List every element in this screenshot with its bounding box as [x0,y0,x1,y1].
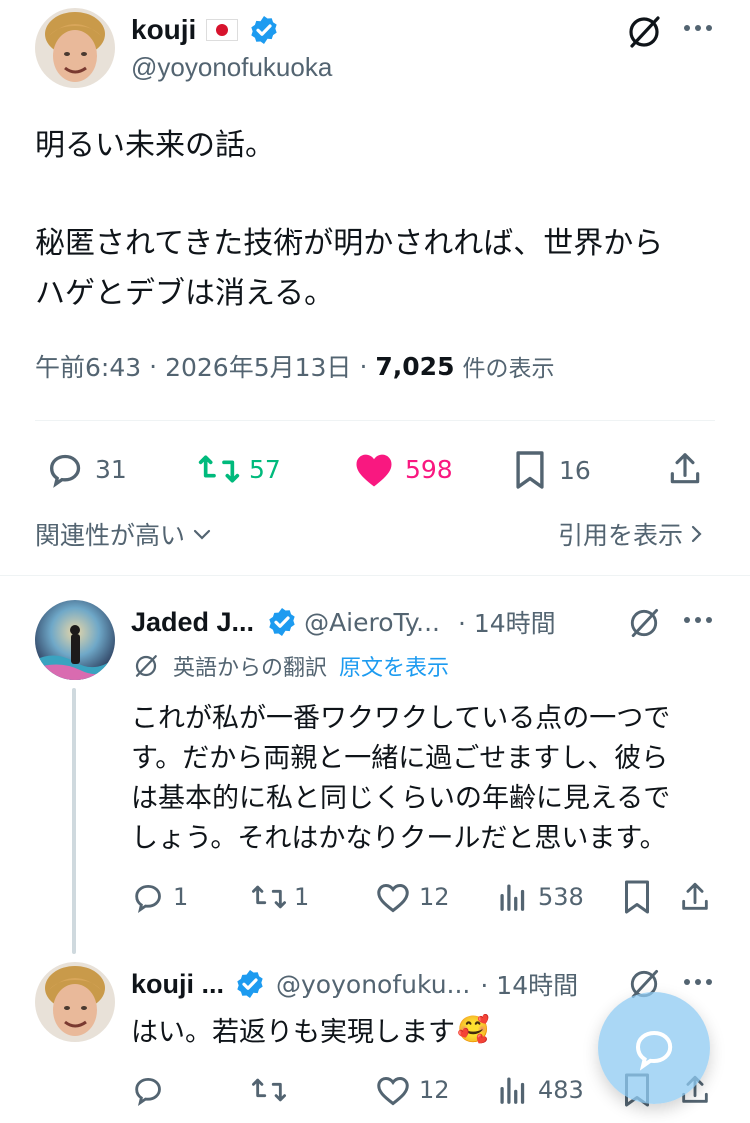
reply-button[interactable]: 1 [131,880,188,914]
more-icon[interactable] [682,614,714,626]
reply-icon[interactable] [131,1073,165,1107]
reply2-handle[interactable]: @yoyonofuku... [276,970,470,999]
separator: · [149,351,158,381]
retweet-icon [197,449,241,489]
tweet-text-line2: 秘匿されてきた技術が明かされれば、世界から [35,226,664,261]
views-count: 483 [538,1076,584,1104]
share-icon[interactable] [678,879,712,915]
thread-line [72,688,76,954]
heart-icon [375,880,411,914]
verified-badge-icon[interactable] [248,14,280,46]
share-icon[interactable] [666,449,704,489]
divider [35,420,715,421]
chevron-right-icon [687,523,705,545]
tweet-text-line3: ハゲとデブは消える。 [35,276,335,311]
tweet-time[interactable]: 午前6:43 [35,348,141,384]
reply1-text-line4: しょう。それはかなりクールだと思います。 [131,823,667,854]
like-count: 12 [419,883,450,911]
views-button[interactable]: 538 [498,880,584,914]
reply1-text-line3: は基本的に私と同じくらいの年齢に見えるで [131,783,671,814]
retweet-button[interactable]: 57 [197,449,281,489]
views-count: 7,025 [375,351,455,381]
reply-count: 1 [173,883,189,911]
views-icon [498,1073,528,1107]
bookmark-icon[interactable] [622,879,652,915]
reply-icon [45,449,85,489]
reply2-avatar[interactable] [35,962,115,1042]
verified-badge-icon [234,968,266,1000]
retweet-icon[interactable] [250,1073,288,1107]
reply2-text: はい。若返りも実現します [131,1017,455,1048]
tweet-date[interactable]: 2026年5月13日 [165,348,351,384]
heart-icon [353,449,395,489]
author-avatar[interactable] [35,8,115,88]
reply-icon [131,880,165,914]
views-label: 件の表示 [462,356,555,382]
reply1-text-line2: す。だから両親と一緒に過ごせますし、彼ら [131,743,669,774]
tweet-text-line1: 明るい未来の話。 [35,128,275,163]
bookmark-button[interactable]: 16 [513,449,591,491]
reply1-text-line1: これが私が一番ワクワクしている点の一つで [131,703,671,734]
tweet-meta: 午前6:43 · 2026年5月13日 · 7,025 件の表示 [35,348,554,384]
separator: · [359,351,368,381]
translate-icon [131,651,161,681]
like-button[interactable]: 598 [353,449,453,489]
jp-flag-icon [206,19,239,41]
views-button[interactable]: 483 [498,1073,584,1107]
show-original-link[interactable]: 原文を表示 [339,650,449,682]
reply2-time[interactable]: · 14時間 [480,966,578,1002]
views-count: 538 [538,883,584,911]
retweet-button[interactable]: 1 [250,880,309,914]
compose-reply-icon [630,1024,678,1072]
like-button[interactable]: 12 [375,1073,450,1107]
bookmark-count: 16 [559,455,591,485]
chevron-down-icon [191,523,213,545]
reply2-display-name[interactable]: kouji ... [131,969,224,1000]
bookmark-icon [513,449,547,491]
reply-count: 31 [95,454,127,484]
sort-label: 関連性が高い [35,521,186,550]
author-display-name[interactable]: kouji [131,14,196,46]
reply1-avatar[interactable] [35,600,115,680]
like-button[interactable]: 12 [375,880,450,914]
reply1-display-name[interactable]: Jaded J... [131,607,254,638]
reply-button[interactable]: 31 [45,449,127,489]
retweet-count: 57 [249,454,281,484]
retweet-icon [250,880,288,914]
like-count: 598 [405,454,453,484]
reply1-time[interactable]: · 14時間 [458,604,556,640]
grok-icon[interactable] [626,605,662,641]
sort-dropdown[interactable]: 関連性が高い [35,516,213,552]
author-handle[interactable]: @yoyonofukuoka [131,52,332,83]
section-divider [0,575,750,576]
grok-icon[interactable] [624,12,664,52]
like-count: 12 [419,1076,450,1104]
reply1-handle[interactable]: @AieroTy... [304,608,440,637]
more-icon[interactable] [682,976,714,988]
views-icon [498,880,528,914]
more-icon[interactable] [682,22,714,34]
retweet-count: 1 [294,883,310,911]
compose-reply-button[interactable] [598,992,710,1104]
view-quotes-label: 引用を表示 [558,521,684,550]
verified-badge-icon [266,606,298,638]
heart-icon [375,1073,411,1107]
smiling-face-hearts-emoji: 🥰 [457,1014,490,1045]
translated-from-label: 英語からの翻訳 [173,656,328,681]
view-quotes-link[interactable]: 引用を表示 [558,516,705,552]
